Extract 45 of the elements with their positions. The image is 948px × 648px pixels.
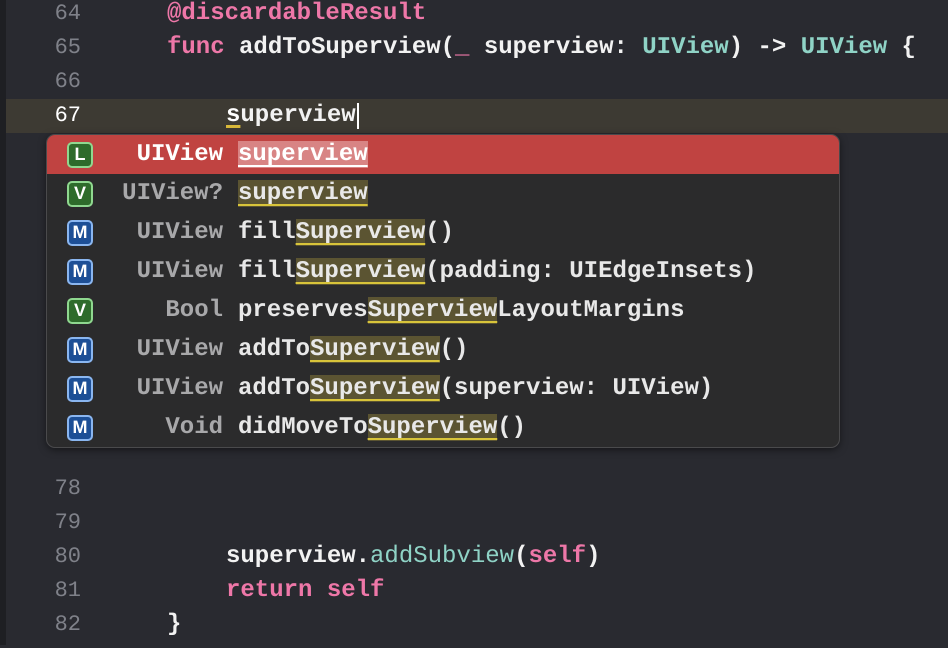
- code-line: return self: [226, 576, 384, 604]
- code-line: func addToSuperview(_ superview: UIView) -> UIView {: [167, 34, 916, 62]
- line-number: 67: [54, 103, 81, 128]
- symbol-badge: V: [67, 298, 93, 324]
- symbol-name: superview: [238, 180, 368, 207]
- symbol-name: didMoveToSuperview(): [238, 414, 526, 441]
- line-number: 64: [54, 1, 81, 26]
- return-type: UIView: [136, 375, 223, 402]
- line-number: 81: [54, 578, 81, 603]
- completion-item[interactable]: M UIView fillSuperview(): [47, 213, 839, 252]
- symbol-badge: M: [67, 258, 93, 284]
- line-number: 65: [54, 35, 81, 60]
- return-type: Void: [164, 414, 223, 441]
- symbol-name: preservesSuperviewLayoutMargins: [238, 297, 684, 324]
- line-number: 80: [54, 544, 81, 569]
- line-number: 79: [54, 510, 81, 535]
- return-type: Bool: [164, 297, 223, 324]
- line-number: 78: [54, 476, 81, 501]
- completion-item[interactable]: M UIView addToSuperview(): [47, 330, 839, 369]
- code-line: @discardableResult: [167, 0, 426, 28]
- symbol-name: addToSuperview(superview: UIView): [238, 375, 714, 402]
- completion-item[interactable]: M UIView addToSuperview(superview: UIView): [47, 369, 839, 408]
- completion-item[interactable]: L UIView superview: [47, 135, 839, 174]
- return-type: UIView: [136, 336, 223, 363]
- completion-item[interactable]: M UIView fillSuperview(padding: UIEdgeInsets): [47, 252, 839, 291]
- completion-item[interactable]: M Void didMoveToSuperview(): [47, 408, 839, 447]
- symbol-name: superview: [238, 141, 368, 168]
- line-number: 82: [54, 612, 81, 637]
- symbol-badge: L: [67, 142, 93, 168]
- symbol-badge: M: [67, 376, 93, 402]
- code-line: }: [167, 610, 182, 638]
- line-number: 66: [54, 69, 81, 94]
- symbol-name: fillSuperview(padding: UIEdgeInsets): [238, 258, 756, 285]
- symbol-badge: M: [67, 336, 93, 362]
- completion-item[interactable]: V UIView? superview: [47, 174, 839, 213]
- return-type: UIView: [136, 141, 223, 168]
- return-type: UIView: [136, 219, 223, 246]
- symbol-badge: M: [67, 220, 93, 246]
- symbol-badge: V: [67, 180, 93, 206]
- symbol-badge: M: [67, 414, 93, 440]
- return-type: UIView?: [121, 180, 223, 207]
- code-line: superview: [226, 102, 356, 130]
- completion-item[interactable]: V Bool preservesSuperviewLayoutMargins: [47, 291, 839, 330]
- return-type: UIView: [136, 258, 223, 285]
- code-line: superview.addSubview(self): [226, 542, 600, 570]
